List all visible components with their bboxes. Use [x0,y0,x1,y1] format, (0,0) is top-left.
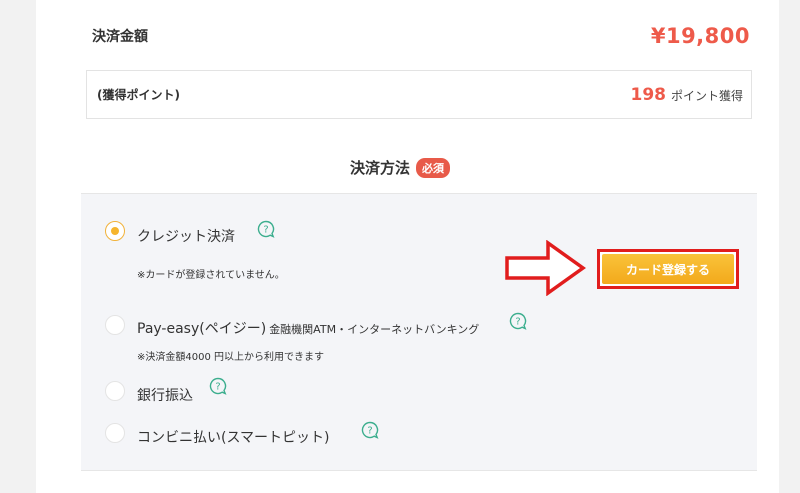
points-label: (獲得ポイント) [97,88,180,102]
option-convenience-label[interactable]: コンビニ払い(スマートピット) [137,427,330,447]
radio-payeasy[interactable] [105,315,125,335]
option-credit-label[interactable]: クレジット決済 [137,226,235,246]
radio-convenience[interactable] [105,423,125,443]
option-bank-label[interactable]: 銀行振込 [137,385,193,405]
payment-method-heading: 決済方法 必須 [0,157,800,178]
help-icon[interactable]: ? [257,220,275,238]
points-unit: ポイント獲得 [670,88,743,103]
svg-text:?: ? [215,382,220,393]
help-icon[interactable]: ? [509,312,527,330]
required-badge: 必須 [416,157,450,178]
option-payeasy-name: Pay-easy(ペイジー) [137,321,267,337]
option-payeasy-note: ※決済金額4000 円以上から利用できます [137,352,325,363]
points-info: 198 ポイント獲得 [630,85,743,105]
svg-text:?: ? [515,317,520,328]
option-payeasy-sub: 金融機関ATM・インターネットバンキング [269,323,480,336]
register-card-highlight: カード登録する [597,249,739,289]
points-box: (獲得ポイント) 198 ポイント獲得 [86,70,752,119]
register-card-button[interactable]: カード登録する [602,254,734,284]
help-icon[interactable]: ? [209,377,227,395]
svg-text:?: ? [367,426,372,437]
payment-method-title: 決済方法 [349,159,410,177]
radio-bank[interactable] [105,381,125,401]
total-label: 決済金額 [92,29,148,45]
total-row: 決済金額 ¥19,800 [88,18,750,54]
payment-methods-box: クレジット決済 ? ※カードが登録されていません。 Pay-easy(ペイジー)… [81,193,757,471]
help-icon[interactable]: ? [361,421,379,439]
right-arrow-icon [505,240,586,296]
radio-credit[interactable] [105,221,125,241]
svg-text:?: ? [263,225,268,236]
points-value: 198 [630,84,666,105]
option-credit-note: ※カードが登録されていません。 [137,270,285,281]
option-payeasy-label[interactable]: Pay-easy(ペイジー) 金融機関ATM・インターネットバンキング [137,318,479,338]
total-value: ¥19,800 [650,24,750,48]
